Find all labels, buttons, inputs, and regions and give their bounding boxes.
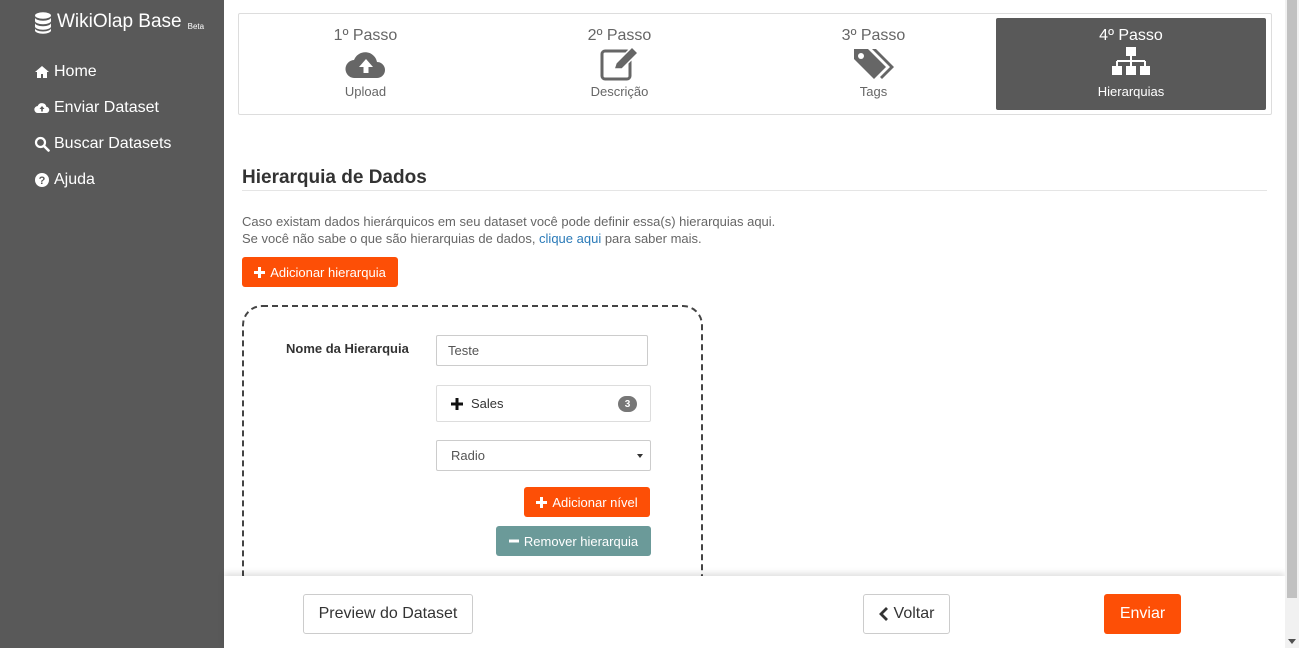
back-label: Voltar	[893, 605, 935, 622]
vertical-scrollbar[interactable]	[1285, 0, 1299, 648]
description-line-1: Caso existam dados hierárquicos em seu d…	[242, 214, 776, 229]
step-title: 2º Passo	[587, 27, 652, 44]
sidebar-item-ajuda[interactable]: ? Ajuda	[34, 169, 171, 191]
edit-icon	[497, 46, 742, 82]
level-name: Sales	[471, 396, 504, 411]
submit-button[interactable]: Enviar	[1104, 594, 1181, 634]
hierarchy-name-label: Nome da Hierarquia	[286, 341, 409, 356]
section-description: Caso existam dados hierárquicos em seu d…	[242, 213, 775, 247]
sidebar-item-label: Enviar Dataset	[54, 99, 159, 116]
home-icon	[35, 66, 49, 78]
beta-badge: Beta	[187, 22, 205, 31]
plus-icon	[536, 496, 548, 508]
description-text: para saber mais.	[601, 231, 702, 246]
hierarchy-level-item[interactable]: Sales 3	[436, 385, 651, 422]
step-hierarquias[interactable]: 4º Passo Hierarquias	[996, 18, 1266, 110]
description-line-2: Se você não sabe o que são hierarquias d…	[242, 230, 775, 247]
question-circle-icon: ?	[35, 173, 49, 187]
description-text: Se você não sabe o que são hierarquias d…	[242, 231, 540, 246]
plus-icon	[451, 397, 463, 410]
add-hierarchy-button[interactable]: Adicionar hierarquia	[242, 257, 398, 287]
main-content: 1º Passo Upload 2º Passo Descrição 3º Pa…	[224, 0, 1285, 648]
step-label: Upload	[344, 84, 387, 99]
back-button[interactable]: Voltar	[863, 594, 950, 634]
sidebar-item-label: Ajuda	[54, 171, 95, 188]
chevron-left-icon	[878, 607, 888, 621]
step-descricao[interactable]: 2º Passo Descrição	[497, 18, 742, 110]
app-name: WikiOlap Base	[57, 11, 182, 32]
sidebar-item-label: Buscar Datasets	[54, 135, 172, 152]
sidebar-item-enviar-dataset[interactable]: Enviar Dataset	[34, 97, 171, 119]
wizard-stepper: 1º Passo Upload 2º Passo Descrição 3º Pa…	[238, 13, 1272, 115]
step-title: 3º Passo	[841, 27, 906, 44]
add-level-button[interactable]: Adicionar nível	[524, 487, 650, 517]
level-count-badge: 3	[618, 396, 637, 412]
remove-hierarchy-button[interactable]: Remover hierarquia	[496, 526, 651, 556]
cloud-upload-icon	[34, 103, 50, 114]
scrollbar-thumb[interactable]	[1287, 0, 1297, 598]
step-title: 4º Passo	[1099, 27, 1163, 44]
section-divider	[242, 190, 1267, 191]
hierarchy-name-input[interactable]	[436, 335, 648, 366]
svg-text:?: ?	[39, 175, 46, 187]
database-icon	[35, 12, 51, 34]
scroll-down-arrow[interactable]	[1285, 634, 1299, 648]
triangle-down-icon	[1288, 638, 1296, 644]
preview-dataset-label: Preview do Dataset	[318, 605, 458, 622]
cloud-upload-icon	[243, 46, 488, 82]
add-hierarchy-label: Adicionar hierarquia	[270, 264, 386, 280]
section-title: Hierarquia de Dados	[242, 167, 427, 188]
footer-bar: Preview do Dataset Voltar Enviar	[224, 576, 1285, 648]
step-label: Tags	[859, 84, 888, 99]
step-upload[interactable]: 1º Passo Upload	[243, 18, 488, 110]
sidebar-item-home[interactable]: Home	[34, 61, 171, 83]
chevron-down-icon	[637, 454, 643, 458]
sidebar: WikiOlap Base Beta Home Enviar Dataset B…	[0, 0, 224, 648]
plus-icon	[254, 266, 266, 278]
learn-more-link[interactable]: clique aqui	[539, 231, 601, 246]
brand[interactable]: WikiOlap Base Beta	[34, 11, 204, 34]
sidebar-item-buscar-datasets[interactable]: Buscar Datasets	[34, 133, 171, 155]
submit-label: Enviar	[1119, 605, 1166, 622]
step-tags[interactable]: 3º Passo Tags	[751, 18, 996, 110]
step-label: Descrição	[590, 84, 649, 99]
preview-dataset-button[interactable]: Preview do Dataset	[303, 594, 473, 634]
sidebar-nav: Home Enviar Dataset Buscar Datasets ? Aj…	[34, 61, 171, 205]
tags-icon	[751, 46, 996, 82]
sidebar-item-label: Home	[54, 63, 97, 80]
search-icon	[34, 136, 50, 152]
add-level-label: Adicionar nível	[552, 494, 638, 510]
remove-hierarchy-label: Remover hierarquia	[523, 533, 639, 549]
hierarchy-panel: Nome da Hierarquia Sales 3 Radio Adicion…	[242, 305, 703, 595]
step-label: Hierarquias	[1097, 84, 1165, 99]
select-value: Radio	[451, 448, 485, 463]
step-title: 1º Passo	[333, 27, 398, 44]
sitemap-icon	[996, 46, 1266, 82]
minus-icon	[508, 539, 519, 543]
level-column-select[interactable]: Radio	[436, 440, 651, 471]
